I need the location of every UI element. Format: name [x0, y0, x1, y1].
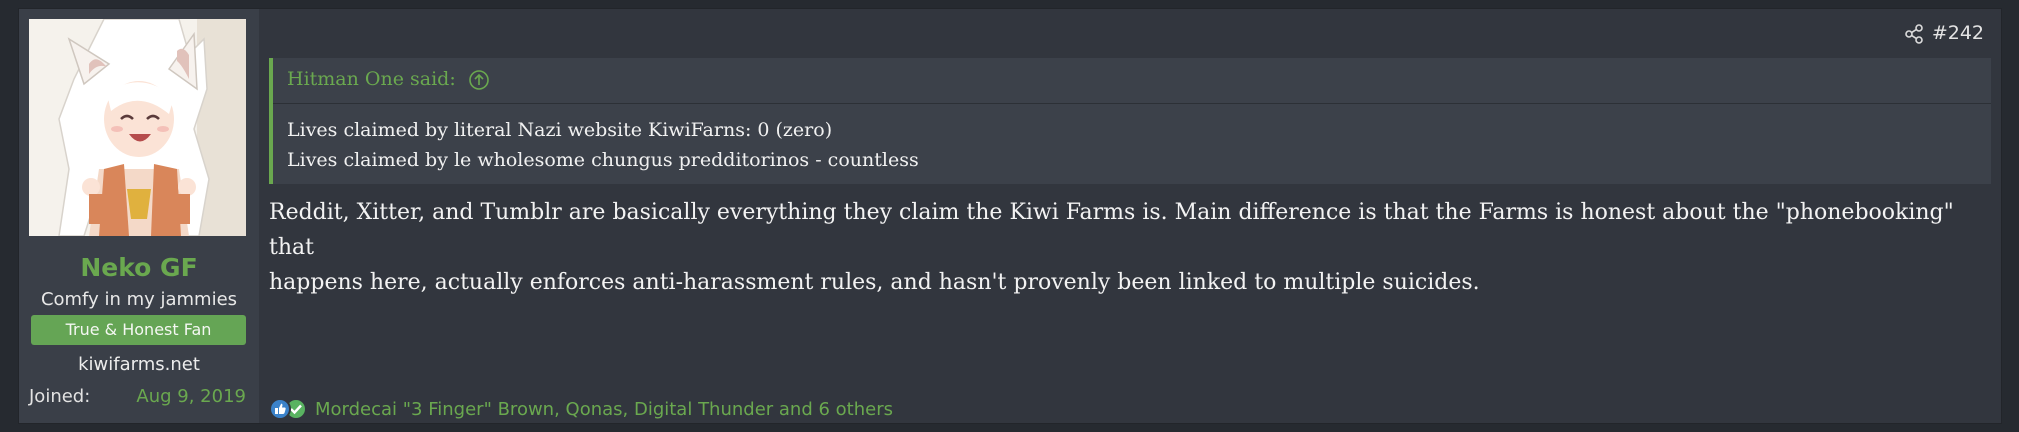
- quote-line: Lives claimed by le wholesome chungus pr…: [287, 149, 919, 171]
- post-body-line: Reddit, Xitter, and Tumblr are basically…: [269, 200, 1954, 260]
- quote-header: Hitman One said:: [273, 58, 1991, 104]
- share-icon[interactable]: [1903, 23, 1925, 45]
- post-body-line: happens here, actually enforces anti-har…: [269, 270, 1480, 295]
- user-banner: True & Honest Fan: [31, 315, 246, 345]
- post-content: #242 Hitman One said: Lives claimed by l…: [259, 9, 2001, 423]
- avatar-image: [29, 19, 246, 236]
- reactions-bar: Mordecai "3 Finger" Brown, Qonas, Digita…: [269, 395, 893, 423]
- avatar[interactable]: [29, 19, 246, 236]
- quote-block: Hitman One said: Lives claimed by litera…: [269, 58, 1991, 184]
- quote-jump-up-icon[interactable]: [468, 69, 490, 91]
- user-title: Comfy in my jammies: [40, 289, 238, 310]
- quote-line: Lives claimed by literal Nazi website Ki…: [287, 119, 833, 141]
- like-icon[interactable]: [269, 398, 291, 420]
- user-site: kiwifarms.net: [78, 354, 200, 375]
- reaction-users-link[interactable]: Mordecai "3 Finger" Brown, Qonas, Digita…: [315, 399, 893, 420]
- user-info-panel: Neko GF Comfy in my jammies True & Hones…: [19, 9, 259, 423]
- forum-post: Neko GF Comfy in my jammies True & Hones…: [18, 8, 2002, 424]
- post-number-link[interactable]: #242: [1932, 22, 1984, 44]
- quote-body: Lives claimed by literal Nazi website Ki…: [287, 115, 1981, 175]
- joined-date: Aug 9, 2019: [136, 386, 246, 407]
- joined-label: Joined:: [29, 386, 91, 407]
- post-body: Reddit, Xitter, and Tumblr are basically…: [269, 195, 1973, 300]
- username[interactable]: Neko GF: [19, 253, 259, 282]
- quote-author[interactable]: Hitman One said:: [287, 68, 456, 90]
